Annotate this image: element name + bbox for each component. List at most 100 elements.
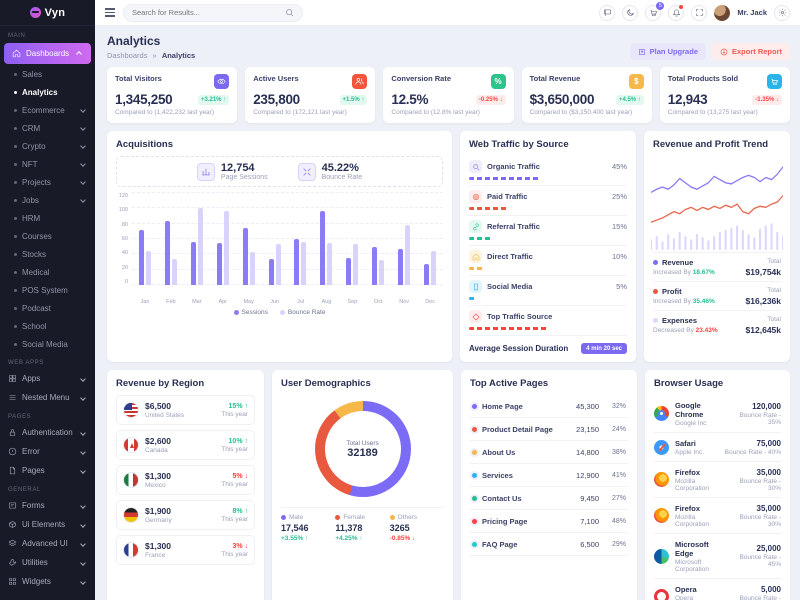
legend-dot	[390, 515, 395, 520]
cart-badge: 5	[656, 2, 664, 10]
dollar-icon: $	[629, 74, 644, 89]
sidebar-item-authentication[interactable]: Authentication	[0, 423, 95, 442]
bar-bounce-rate	[301, 242, 306, 285]
y-tick: 60	[116, 236, 128, 242]
sidebar-subitem-analytics[interactable]: Analytics	[0, 83, 95, 101]
x-tick: Dec	[417, 299, 443, 305]
app-logo[interactable]: Vyn	[0, 0, 95, 26]
sidebar-item-nested-menu[interactable]: Nested Menu	[0, 388, 95, 407]
sidebar-subitem-label: Stocks	[22, 250, 87, 259]
x-tick: Nov	[391, 299, 417, 305]
sidebar-item-ui-elements[interactable]: Ui Elements	[0, 515, 95, 534]
box-icon	[8, 520, 17, 529]
dark-mode-toggle[interactable]	[622, 5, 638, 21]
sidebar-subitem-pos-system[interactable]: POS System	[0, 281, 95, 299]
sidebar-item-dashboards[interactable]: Dashboards	[4, 43, 91, 64]
x-tick: Mar	[184, 299, 210, 305]
de-flag-icon	[123, 507, 139, 523]
bar-group-mar	[184, 193, 210, 285]
bar-group-oct	[365, 193, 391, 285]
page-views: 9,450	[565, 494, 599, 503]
chevron-icon	[80, 376, 86, 382]
sidebar-item-utilities[interactable]: Utilities	[0, 553, 95, 572]
sidebar-subitem-crm[interactable]: CRM	[0, 119, 95, 137]
sidebar-subitem-label: Jobs	[22, 196, 76, 205]
sidebar-subitem-social-media[interactable]: Social Media	[0, 335, 95, 353]
browser-company: Microsoft Corporation	[675, 559, 727, 573]
trend-stat-change: Increased By 18.67%	[653, 269, 715, 276]
sidebar-item-forms[interactable]: Forms	[0, 496, 95, 515]
sidebar-subitem-nft[interactable]: NFT	[0, 155, 95, 173]
acquisitions-stat: 45.22%Bounce Rate	[298, 162, 362, 181]
bullet-icon	[14, 199, 17, 202]
sidebar-subitem-projects[interactable]: Projects	[0, 173, 95, 191]
region-change: 10% ↑	[221, 438, 248, 445]
menu-icon	[8, 393, 17, 402]
sidebar-subitem-school[interactable]: School	[0, 317, 95, 335]
x-tick: Jul	[288, 299, 314, 305]
traffic-label: Social Media	[487, 282, 611, 291]
chevron-icon	[80, 468, 86, 474]
sidebar-toggle-icon[interactable]	[105, 8, 115, 16]
page-rate: 32%	[604, 403, 626, 410]
mobile-icon	[469, 280, 482, 293]
sidebar-subitem-courses[interactable]: Courses	[0, 227, 95, 245]
sidebar-subitem-stocks[interactable]: Stocks	[0, 245, 95, 263]
search-icon	[285, 8, 294, 17]
browser-row-safari: SafariApple Inc.75,000Bounce Rate - 40%	[654, 433, 781, 462]
stat-label: Page Sessions	[221, 174, 268, 181]
sidebar-item-pages[interactable]: Pages	[0, 461, 95, 480]
settings-gear-button[interactable]	[774, 5, 790, 21]
bar-bounce-rate	[146, 251, 151, 286]
region-revenue: $1,900	[145, 506, 172, 516]
region-period: This year	[221, 411, 248, 418]
sidebar-subitem-hrm[interactable]: HRM	[0, 209, 95, 227]
region-period: This year	[221, 481, 248, 488]
bullet-icon	[14, 127, 17, 130]
notification-dot	[679, 5, 683, 9]
top-pages-card: Top Active Pages Home Page45,30032%Produ…	[461, 370, 637, 600]
export-report-button[interactable]: Export Report	[712, 43, 790, 60]
sidebar-subitem-crypto[interactable]: Crypto	[0, 137, 95, 155]
page-row-faq-page: FAQ Page6,50029%	[470, 533, 628, 556]
browser-row-microsoft-edge: Microsoft EdgeMicrosoft Corporation25,00…	[654, 534, 781, 579]
chart-legend: SessionsBounce Rate	[116, 309, 443, 316]
trend-stat-change: Increased By 35.46%	[653, 298, 715, 305]
kpi-title: Active Users	[253, 74, 298, 83]
top-pages-title: Top Active Pages	[470, 378, 628, 389]
cart-button[interactable]: 5	[645, 5, 661, 21]
x-tick: Aug	[313, 299, 339, 305]
y-tick: 80	[116, 222, 128, 228]
bar-bounce-rate	[224, 211, 229, 285]
region-revenue: $6,500	[145, 401, 184, 411]
global-search[interactable]	[123, 4, 303, 22]
sidebar-subitem-ecommerce[interactable]: Ecommerce	[0, 101, 95, 119]
fullscreen-button[interactable]	[691, 5, 707, 21]
bullet-icon	[14, 91, 17, 94]
trend-stat-name: Revenue	[653, 258, 715, 267]
bar-group-dec	[417, 193, 443, 285]
sidebar-item-advanced-ui[interactable]: Advanced UI	[0, 534, 95, 553]
page-row-pricing-page: Pricing Page7,10048%	[470, 510, 628, 533]
bar-bounce-rate	[250, 252, 255, 285]
browser-bounce-rate: Bounce Rate - 35%	[731, 412, 781, 426]
sidebar-item-label: Apps	[22, 374, 76, 383]
language-flag-button[interactable]	[599, 5, 615, 21]
user-avatar[interactable]	[714, 5, 730, 21]
browser-bounce-rate: Bounce Rate - 50%	[726, 595, 781, 600]
sidebar-item-error[interactable]: Error	[0, 442, 95, 461]
search-input[interactable]	[132, 8, 279, 17]
target-icon	[472, 193, 480, 201]
sidebar-subitem-podcast[interactable]: Podcast	[0, 299, 95, 317]
notifications-button[interactable]	[668, 5, 684, 21]
region-country: Germany	[145, 517, 172, 524]
sidebar-subitem-medical[interactable]: Medical	[0, 263, 95, 281]
bar-group-feb	[158, 193, 184, 285]
sidebar-item-apps[interactable]: Apps	[0, 369, 95, 388]
plan-upgrade-button[interactable]: Plan Upgrade	[630, 43, 706, 60]
legend-label: Bounce Rate	[288, 309, 326, 316]
breadcrumb-parent[interactable]: Dashboards	[107, 51, 147, 60]
sidebar-subitem-sales[interactable]: Sales	[0, 65, 95, 83]
sidebar-item-widgets[interactable]: Widgets	[0, 572, 95, 591]
sidebar-subitem-jobs[interactable]: Jobs	[0, 191, 95, 209]
